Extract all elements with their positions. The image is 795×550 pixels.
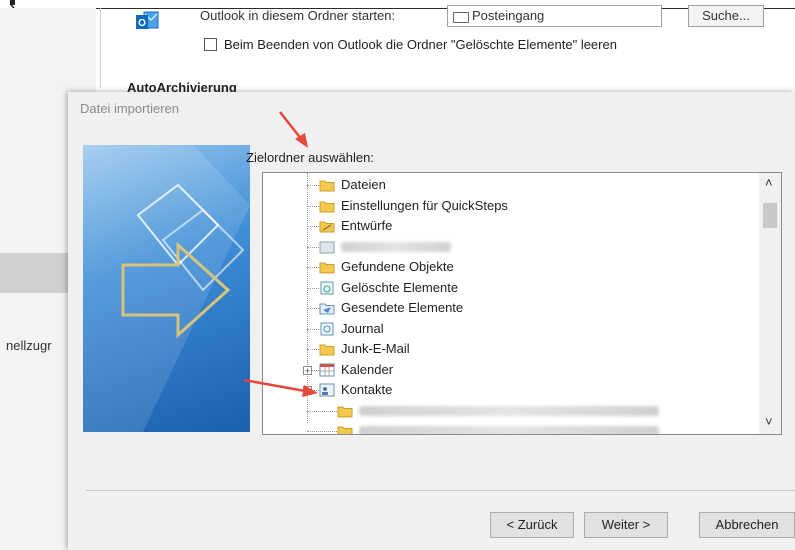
folder-tree-item[interactable]: Junk-E-Mail <box>307 339 743 359</box>
sidebar-divider <box>100 8 101 88</box>
tree-connector <box>307 410 337 412</box>
empty-deleted-label: Beim Beenden von Outlook die Ordner "Gel… <box>224 37 617 52</box>
tree-scrollbar[interactable]: ˄ ˅ <box>759 173 781 434</box>
folder-tree-item-label: Junk-E-Mail <box>341 341 410 356</box>
folder-tree-item-label: Journal <box>341 320 384 336</box>
folder-tree-item-label: Entwürfe <box>341 218 393 233</box>
collapse-icon[interactable]: - <box>303 386 312 396</box>
folder-tree-item[interactable]: Entwürfe <box>307 216 743 236</box>
wizard-arrow-graphic <box>83 145 250 432</box>
folder-tree-item[interactable]: Gefundene Objekte <box>307 257 743 277</box>
tree-connector <box>307 328 319 330</box>
redacted-text <box>341 241 451 252</box>
calendar-icon <box>319 363 335 377</box>
sidebar-item-label[interactable]: nellzugr <box>6 338 52 353</box>
folder-icon <box>337 404 353 418</box>
folder-tree-item[interactable]: Gelöschte Elemente <box>307 278 743 298</box>
tree-connector <box>307 226 319 227</box>
journal-icon <box>319 322 335 336</box>
folder-tree-item[interactable] <box>307 237 743 257</box>
back-button[interactable]: < Zurück <box>490 512 574 538</box>
start-folder-field[interactable]: Posteingang <box>447 5 662 27</box>
folder-tree-item[interactable]: Einstellungen für QuickSteps <box>307 196 743 216</box>
folder-tree-item-label: Dateien <box>341 177 386 192</box>
tree-connector <box>307 349 319 350</box>
folder-tree-item[interactable]: Journal <box>307 319 743 339</box>
tree-connector <box>307 308 319 309</box>
inbox-icon <box>453 12 469 23</box>
search-button[interactable]: Suche... <box>688 5 764 27</box>
folder-icon <box>319 342 335 356</box>
tree-connector <box>307 185 319 186</box>
tree-connector <box>307 287 319 289</box>
tree-connector <box>307 431 337 432</box>
wizard-graphic <box>83 145 250 432</box>
folder-tree-item-label: Gesendete Elemente <box>341 300 464 315</box>
svg-text:O: O <box>138 18 146 29</box>
folder-tree-item[interactable] <box>307 401 743 421</box>
corner-mark-icon <box>10 0 15 8</box>
folder-icon <box>337 424 353 434</box>
contacts-icon <box>319 383 335 397</box>
folder-tree[interactable]: Dateien Einstellungen für QuickSteps Entwü… <box>262 172 782 435</box>
trash-folder-icon <box>319 281 335 295</box>
folder-tree-item-label: Kalender <box>341 361 394 377</box>
folder-tree-item-label: Gelöschte Elemente <box>341 279 459 295</box>
empty-deleted-checkbox[interactable] <box>204 38 217 51</box>
folder-tree-item[interactable]: Dateien <box>307 175 743 195</box>
scroll-thumb[interactable] <box>763 203 777 228</box>
folder-tree-item-label: Kontakte <box>341 382 393 397</box>
expand-icon[interactable]: + <box>303 365 312 375</box>
tree-connector <box>307 267 319 268</box>
folder-tree-item-label: Einstellungen für QuickSteps <box>341 197 508 213</box>
folder-tree-item[interactable] <box>307 421 743 434</box>
folder-tree-item[interactable]: Gesendete Elemente <box>307 298 743 318</box>
folder-tree-rows: Dateien Einstellungen für QuickSteps Entwü… <box>263 173 759 434</box>
folder-icon <box>319 199 335 213</box>
folder-tree-item[interactable]: + Kalender <box>303 360 743 380</box>
scroll-down-icon[interactable]: ˅ <box>765 414 773 429</box>
window-top-border <box>0 8 795 9</box>
redacted-text <box>359 426 659 434</box>
tree-connector <box>307 205 319 207</box>
dialog-title: Datei importieren <box>80 101 179 116</box>
redacted-text <box>359 405 659 416</box>
cancel-button[interactable]: Abbrechen <box>699 512 795 538</box>
drafts-folder-icon <box>319 219 335 233</box>
outlook-icon: O <box>136 11 159 29</box>
start-folder-label: Outlook in diesem Ordner starten: <box>200 8 396 23</box>
start-folder-value: Posteingang <box>472 8 545 23</box>
target-folder-label: Zielordner auswählen: <box>246 150 374 165</box>
folder-tree-item-label: Gefundene Objekte <box>341 259 454 274</box>
blurred-folder-icon <box>319 240 335 254</box>
dialog-divider <box>86 490 795 491</box>
folder-tree-item-label <box>359 426 659 434</box>
scroll-up-icon[interactable]: ˄ <box>765 175 773 190</box>
folder-icon <box>319 178 335 192</box>
tree-connector <box>307 246 319 248</box>
folder-icon <box>319 260 335 274</box>
folder-tree-item[interactable]: - Kontakte <box>303 380 743 400</box>
import-dialog: Datei importieren Zielordner auswählen: … <box>68 92 795 550</box>
next-button[interactable]: Weiter > <box>584 512 668 538</box>
folder-tree-item-label <box>359 405 659 416</box>
folder-tree-item-label <box>341 241 451 252</box>
sent-folder-icon <box>319 301 335 315</box>
